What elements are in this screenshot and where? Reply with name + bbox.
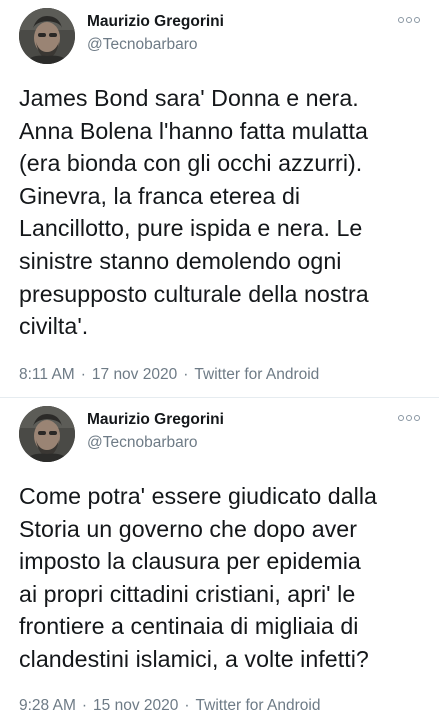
meta-separator: · xyxy=(80,366,86,383)
meta-separator: · xyxy=(184,697,190,714)
tweet-text: Come potra' essere giudicato dalla Stori… xyxy=(19,483,378,672)
tweet-time: 8:11 AM xyxy=(19,366,75,383)
tweet-time: 9:28 AM xyxy=(19,697,76,714)
meta-separator: · xyxy=(81,697,88,714)
tweet-card[interactable]: Maurizio Gregorini @Tecnobarbaro Come po… xyxy=(0,398,439,720)
tweet-client-link[interactable]: Twitter for Android xyxy=(194,366,319,383)
avatar-photo xyxy=(19,8,75,64)
avatar[interactable] xyxy=(19,8,75,64)
tweet-card[interactable]: Maurizio Gregorini @Tecnobarbaro James B… xyxy=(0,0,439,398)
tweet-text: James Bond sara' Donna e nera. Anna Bole… xyxy=(19,85,369,340)
author-name[interactable]: Maurizio Gregorini xyxy=(87,411,224,429)
tweet-client-link[interactable]: Twitter for Android xyxy=(196,697,321,714)
avatar[interactable] xyxy=(19,406,75,462)
meta-separator: · xyxy=(183,366,189,383)
tweet-meta: 8:11 AM · 17 nov 2020 · Twitter for Android xyxy=(19,366,319,384)
avatar-photo xyxy=(19,406,75,462)
tweet-date: 15 nov 2020 xyxy=(93,697,179,714)
more-options-icon[interactable] xyxy=(398,14,420,26)
tweet-date: 17 nov 2020 xyxy=(91,366,178,383)
author-handle[interactable]: @Tecnobarbaro xyxy=(87,434,198,452)
more-options-icon[interactable] xyxy=(398,412,420,424)
author-handle[interactable]: @Tecnobarbaro xyxy=(87,36,198,54)
author-name[interactable]: Maurizio Gregorini xyxy=(87,13,224,31)
tweet-meta: 9:28 AM · 15 nov 2020 · Twitter for Android xyxy=(19,697,320,715)
